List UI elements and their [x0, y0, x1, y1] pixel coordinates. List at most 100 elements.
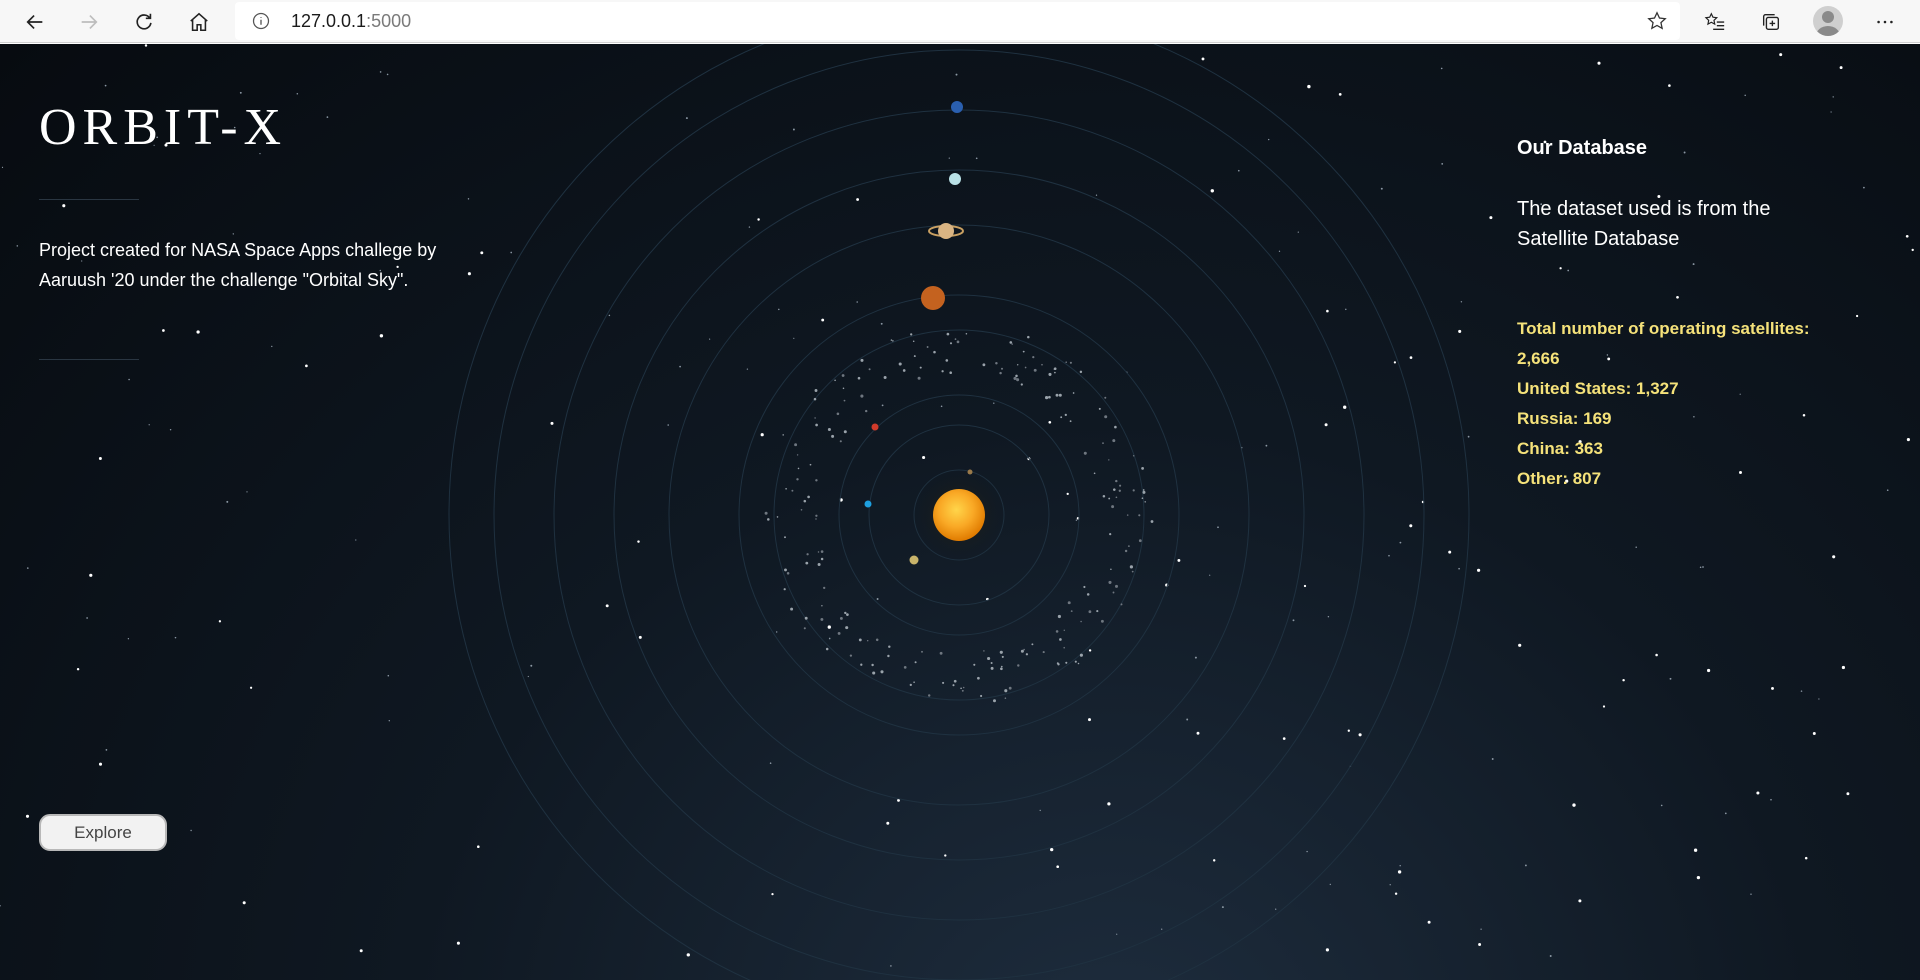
description-divider [39, 359, 139, 360]
asteroid [927, 694, 931, 697]
asteroid [942, 681, 945, 684]
asteroid [887, 654, 890, 658]
asteroid [803, 627, 806, 630]
asteroid [857, 376, 861, 380]
asteroid [1042, 651, 1045, 654]
refresh-icon [136, 13, 152, 30]
asteroid [941, 370, 944, 373]
asteroid [1138, 539, 1142, 543]
asteroid [1020, 383, 1023, 386]
asteroid [909, 683, 912, 687]
asteroid [1057, 614, 1061, 619]
asteroid [1024, 366, 1027, 369]
asteroid [993, 699, 996, 703]
asteroid [1112, 591, 1115, 594]
asteroid [814, 417, 816, 419]
asteroid [902, 369, 906, 372]
asteroid [1055, 630, 1059, 633]
refresh-button[interactable] [126, 4, 162, 40]
asteroid [1016, 364, 1019, 366]
asteroid [1022, 350, 1025, 353]
favorites-button[interactable] [1697, 4, 1733, 40]
asteroid [821, 605, 823, 607]
url-text[interactable]: 127.0.0.1:5000 [291, 11, 411, 32]
asteroid [1069, 420, 1072, 423]
asteroid [1015, 374, 1018, 378]
asteroid [912, 340, 915, 342]
asteroid [1063, 629, 1066, 632]
asteroid [1108, 580, 1112, 584]
asteroid [764, 511, 768, 515]
asteroid [1013, 376, 1017, 380]
collections-button[interactable] [1753, 4, 1789, 40]
asteroid [1104, 396, 1107, 399]
asteroid [1119, 484, 1122, 487]
profile-avatar[interactable] [1813, 6, 1843, 36]
planet-neptune [951, 101, 963, 113]
asteroid [1070, 610, 1073, 613]
asteroid [990, 666, 994, 670]
asteroid [1031, 643, 1034, 646]
asteroid [1057, 663, 1060, 666]
asteroid [977, 676, 980, 680]
planet-venus [909, 555, 919, 565]
asteroid [926, 346, 929, 348]
asteroid [817, 551, 820, 553]
asteroid [1127, 545, 1130, 548]
sun [933, 489, 985, 541]
asteroid [1045, 396, 1049, 400]
favorites-list-icon [1704, 12, 1725, 31]
asteroid [783, 588, 786, 591]
project-description: Project created for NASA Space Apps chal… [39, 240, 437, 290]
asteroid [782, 434, 784, 436]
asteroid [999, 371, 1002, 375]
asteroid [871, 663, 874, 667]
back-button[interactable] [17, 4, 53, 40]
asteroid [1131, 570, 1134, 573]
asteroid [1067, 601, 1071, 605]
asteroid [913, 355, 916, 358]
asteroid [1111, 505, 1115, 509]
forward-button[interactable] [71, 4, 107, 40]
asteroid [965, 332, 968, 335]
asteroid [796, 478, 799, 481]
planet-mercury [967, 469, 973, 475]
asteroid [776, 516, 779, 518]
page-title: ORBIT-X [39, 99, 288, 156]
asteroid [999, 650, 1003, 654]
asteroid [814, 389, 818, 392]
address-bar[interactable]: 127.0.0.1:5000 [235, 2, 1680, 40]
asteroid [880, 670, 884, 674]
favorite-star-icon[interactable] [1646, 10, 1668, 32]
home-button[interactable] [181, 4, 217, 40]
asteroid [1048, 372, 1052, 376]
asteroid [1108, 459, 1110, 461]
asteroid [839, 440, 842, 443]
asteroid [849, 654, 853, 657]
asteroid [1096, 610, 1099, 613]
asteroid [946, 332, 950, 336]
asteroid [1083, 451, 1087, 455]
asteroid [1000, 367, 1004, 370]
asteroid [836, 412, 840, 416]
asteroid [910, 333, 913, 336]
asteroid [794, 443, 798, 447]
asteroid [983, 650, 985, 652]
asteroid [791, 489, 794, 492]
stat-united-states: United States: 1,327 [1517, 379, 1679, 398]
asteroid [845, 626, 849, 630]
asteroid [1032, 356, 1035, 359]
asteroid [914, 661, 917, 664]
asteroid [1115, 479, 1118, 483]
asteroid [815, 423, 818, 427]
asteroid [1132, 489, 1135, 492]
info-icon[interactable] [251, 11, 271, 31]
stat-total: Total number of operating satellites: 2,… [1517, 319, 1810, 368]
more-menu-button[interactable] [1867, 4, 1903, 40]
database-description: The dataset used is from the Satellite D… [1517, 198, 1771, 250]
user-icon [1816, 11, 1840, 36]
solar-system-visualization [448, 44, 1470, 980]
explore-button[interactable]: Explore [39, 814, 167, 851]
asteroid [825, 647, 829, 651]
asteroid [883, 376, 887, 379]
